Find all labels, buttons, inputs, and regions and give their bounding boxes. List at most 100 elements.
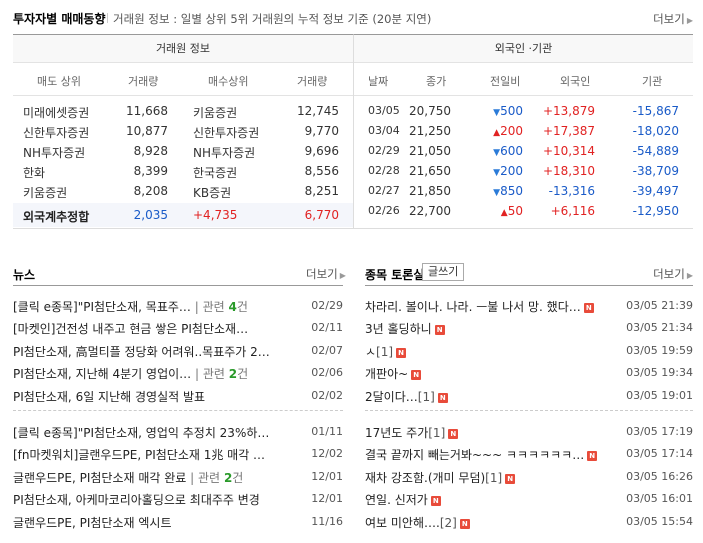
news-link[interactable]: [클릭 e종목]"PI첨단소재, 영업익 추정치 23%하… bbox=[13, 424, 303, 441]
list-item: ㅅ[1] N 03/05 19:59 bbox=[365, 339, 693, 361]
post-link[interactable]: ㅅ[1] N bbox=[365, 343, 608, 360]
post-link[interactable]: 여보 미안해….[2] N bbox=[365, 514, 608, 531]
post-title: ㅅ bbox=[365, 344, 377, 359]
more-link-news[interactable]: 더보기 ▶ bbox=[306, 266, 346, 282]
news-link[interactable]: PI첨단소재, 지난해 4분기 영업이… | 관련 2건 bbox=[13, 365, 303, 382]
broker-info-table: 거래원 정보 매도 상위 거래량 매수상위 거래량 미래에셋증권 11,668 키움… bbox=[13, 34, 353, 229]
news-headline: PI첨단소재, 高멀티플 정당화 어려워..목표주가 2… bbox=[13, 344, 270, 359]
divider bbox=[13, 285, 343, 286]
news-link[interactable]: PI첨단소재, 6일 지난해 경영실적 발표 bbox=[13, 388, 303, 405]
institution-net: -12,950 bbox=[632, 204, 679, 218]
news-date: 12/01 bbox=[311, 492, 343, 506]
post-link[interactable]: 17년도 주가[1] N bbox=[365, 424, 608, 441]
new-badge-icon: N bbox=[505, 473, 516, 484]
close-price: 21,850 bbox=[409, 184, 451, 198]
related-count[interactable]: | 관련 2건 bbox=[186, 471, 243, 485]
list-item: [fn마켓워치]글랜우드PE, PI첨단소재 1兆 매각 … 12/02 bbox=[13, 442, 343, 464]
sell-broker-link[interactable]: 신한투자증권 bbox=[23, 124, 89, 141]
post-title: 17년도 주가 bbox=[365, 426, 429, 440]
news-link[interactable]: PI첨단소재, 아케마코리아홀딩으로 최대주주 변경 bbox=[13, 491, 303, 508]
close-price: 20,750 bbox=[409, 104, 451, 118]
news-headline: PI첨단소재, 아케마코리아홀딩으로 최대주주 변경 bbox=[13, 493, 260, 508]
news-headline: [마켓인]건전성 내주고 현금 쌓은 PI첨단소재… bbox=[13, 322, 249, 337]
news-link[interactable]: [마켓인]건전성 내주고 현금 쌓은 PI첨단소재… bbox=[13, 320, 303, 337]
post-link[interactable]: 2달이다…[1] N bbox=[365, 388, 608, 405]
post-link[interactable]: 개판아~ N bbox=[365, 365, 608, 382]
institution-net: -39,497 bbox=[632, 184, 679, 198]
list-item: 3년 홀딩하니 N 03/05 21:34 bbox=[365, 316, 693, 338]
news-link[interactable]: 글랜우드PE, PI첨단소재 엑시트 bbox=[13, 514, 303, 531]
comment-count: [1] bbox=[417, 389, 435, 404]
buy-broker-link[interactable]: KB증권 bbox=[193, 184, 231, 201]
sell-broker-link[interactable]: 한화 bbox=[23, 164, 45, 181]
table-row: 02/27 21,850 ▼850 -13,316 -39,497 bbox=[354, 181, 693, 201]
news-link[interactable]: PI첨단소재, 高멀티플 정당화 어려워..목표주가 2… bbox=[13, 343, 303, 360]
more-link-board[interactable]: 더보기 ▶ bbox=[653, 266, 693, 282]
foreign-net: +17,387 bbox=[542, 124, 595, 138]
news-date: 11/16 bbox=[311, 514, 343, 528]
buy-broker-link[interactable]: 한국증권 bbox=[193, 164, 237, 181]
post-datetime: 03/05 19:01 bbox=[626, 388, 693, 402]
related-suffix: 건 bbox=[237, 367, 249, 382]
investor-trading-header: 투자자별 매매동향 거래원 정보 : 일별 상위 5위 거래원의 누적 정보 기… bbox=[13, 9, 693, 27]
col-date: 날짜 bbox=[368, 75, 389, 88]
table-row: 03/04 21,250 ▲200 +17,387 -18,020 bbox=[354, 121, 693, 141]
list-item: [클릭 e종목]"PI첨단소재, 영업익 추정치 23%하… 01/11 bbox=[13, 420, 343, 442]
institution-net: -54,889 bbox=[632, 144, 679, 158]
change-amount: 500 bbox=[500, 104, 523, 118]
news-link[interactable]: [fn마켓워치]글랜우드PE, PI첨단소재 1兆 매각 … bbox=[13, 446, 303, 463]
sell-broker-link[interactable]: 미래에셋증권 bbox=[23, 104, 89, 121]
write-post-button[interactable]: 글쓰기 bbox=[422, 263, 465, 281]
news-title: 뉴스 bbox=[13, 268, 36, 282]
list-item: 연일. 신저가 N 03/05 16:01 bbox=[365, 487, 693, 509]
post-datetime: 03/05 15:54 bbox=[626, 514, 693, 528]
news-headline: [fn마켓워치]글랜우드PE, PI첨단소재 1兆 매각 … bbox=[13, 448, 266, 463]
buy-broker-link[interactable]: NH투자증권 bbox=[193, 144, 255, 161]
buy-volume: 12,745 bbox=[297, 104, 339, 118]
list-item: [클릭 e종목]"PI첨단소재, 목표주… | 관련 4건 02/29 bbox=[13, 294, 343, 316]
news-list: [클릭 e종목]"PI첨단소재, 목표주… | 관련 4건 02/29 [마켓인]건… bbox=[13, 294, 343, 406]
news-link[interactable]: 글랜우드PE, PI첨단소재 매각 완료 | 관련 2건 bbox=[13, 469, 303, 486]
new-badge-icon: N bbox=[434, 325, 445, 336]
post-title: 2달이다… bbox=[365, 389, 418, 404]
foreign-total-row: 외국계추정합 2,035 +4,735 6,770 bbox=[13, 203, 353, 227]
change-amount: 200 bbox=[500, 164, 523, 178]
more-link-investor[interactable]: 더보기 ▶ bbox=[653, 11, 693, 27]
post-link[interactable]: 3년 홀딩하니 N bbox=[365, 320, 608, 337]
sell-volume: 8,208 bbox=[133, 184, 168, 198]
broker-caption: 거래원 정보 bbox=[13, 35, 353, 63]
sell-broker-link[interactable]: NH투자증권 bbox=[23, 144, 85, 161]
sell-broker-link[interactable]: 키움증권 bbox=[23, 184, 67, 201]
chevron-right-icon: ▶ bbox=[686, 16, 693, 25]
post-datetime: 03/05 16:26 bbox=[626, 469, 693, 483]
trade-date: 02/27 bbox=[368, 184, 400, 197]
related-label: 관련 bbox=[198, 470, 221, 485]
post-link[interactable]: 결국 끝까지 빼는거봐~~~ ㅋㅋㅋㅋㅋㅋ… N bbox=[365, 446, 608, 463]
buy-broker-link[interactable]: 키움증권 bbox=[193, 104, 237, 121]
col-change: 전일비 bbox=[490, 75, 521, 88]
buy-broker-link[interactable]: 신한투자증권 bbox=[193, 124, 259, 141]
close-price: 21,050 bbox=[409, 144, 451, 158]
post-link[interactable]: 연일. 신저가 N bbox=[365, 491, 608, 508]
close-price: 22,700 bbox=[409, 204, 451, 218]
related-count[interactable]: | 관련 4건 bbox=[191, 300, 248, 314]
broker-column-header: 매도 상위 거래량 매수상위 거래량 bbox=[13, 63, 353, 96]
foreign-net: +13,879 bbox=[542, 104, 595, 118]
related-count[interactable]: | 관련 2건 bbox=[191, 367, 248, 381]
list-item: PI첨단소재, 지난해 4분기 영업이… | 관련 2건 02/06 bbox=[13, 361, 343, 383]
post-link[interactable]: 차라리. 볼이나. 나라. ㅡ불 나서 망. 했다… N bbox=[365, 298, 608, 315]
total-name: 외국계추정합 bbox=[23, 210, 90, 224]
board-list: 차라리. 볼이나. 나라. ㅡ불 나서 망. 했다… N 03/05 21:39 3년… bbox=[365, 294, 693, 406]
list-item: 결국 끝까지 빼는거봐~~~ ㅋㅋㅋㅋㅋㅋ… N 03/05 17:14 bbox=[365, 442, 693, 464]
news-link[interactable]: [클릭 e종목]"PI첨단소재, 목표주… | 관련 4건 bbox=[13, 298, 303, 315]
table-row: 미래에셋증권 11,668 키움증권 12,745 bbox=[13, 101, 353, 121]
post-datetime: 03/05 19:34 bbox=[626, 366, 693, 380]
change-amount: 50 bbox=[507, 204, 523, 218]
news-headline: PI첨단소재, 6일 지난해 경영실적 발표 bbox=[13, 389, 206, 404]
triangle-up-icon: ▲ bbox=[500, 208, 508, 218]
list-item: 글랜우드PE, PI첨단소재 매각 완료 | 관련 2건 12/01 bbox=[13, 465, 343, 487]
trade-date: 03/04 bbox=[368, 124, 400, 137]
post-link[interactable]: 재차 강조함.(개미 무덤)[1] N bbox=[365, 469, 608, 486]
total-buy-volume: 6,770 bbox=[304, 208, 339, 222]
trade-date: 02/29 bbox=[368, 144, 400, 157]
